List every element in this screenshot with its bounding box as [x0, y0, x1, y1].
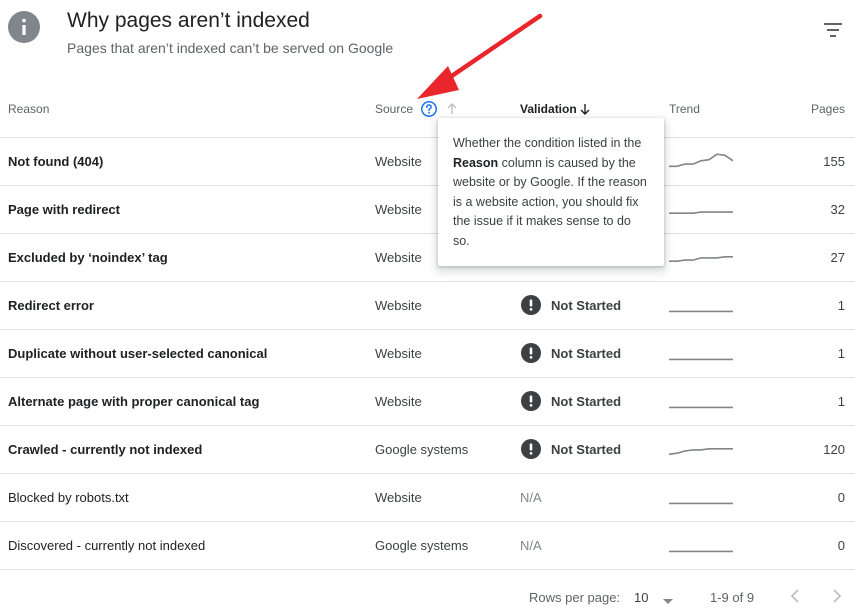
reason-cell: Duplicate without user-selected canonica… — [8, 346, 268, 361]
exclamation-icon — [521, 391, 541, 411]
pages-count: 27 — [830, 250, 845, 265]
trend-sparkline — [669, 153, 734, 168]
reason-cell: Excluded by ‘noindex’ tag — [8, 250, 168, 265]
validation-status: N/A — [520, 490, 542, 505]
trend-line — [668, 448, 733, 456]
tooltip-text-bold: Reason — [453, 155, 499, 170]
help-icon[interactable] — [420, 100, 438, 118]
table-row[interactable]: Blocked by robots.txt Website N/A 0 — [0, 473, 855, 521]
validation-status: Not Started — [551, 442, 622, 457]
rows-per-page-select[interactable]: 10 — [634, 590, 648, 605]
trend-sparkline — [669, 550, 733, 553]
table-bottom-divider — [0, 569, 855, 570]
source-cell: Google systems — [375, 442, 469, 457]
trend-sparkline — [669, 211, 733, 215]
info-icon — [8, 11, 40, 43]
trend-sparkline — [669, 358, 733, 361]
table-row[interactable]: Excluded by ‘noindex’ tag Website 27 — [0, 233, 855, 281]
source-cell: Website — [375, 394, 422, 409]
reason-cell: Redirect error — [8, 298, 94, 313]
trend-sparkline — [669, 502, 733, 505]
sort-arrow-down-icon[interactable] — [579, 102, 591, 116]
source-cell: Google systems — [375, 538, 469, 553]
exclamation-icon — [521, 343, 541, 363]
validation-status: Not Started — [551, 298, 622, 313]
validation-status: N/A — [520, 538, 542, 553]
rows-per-page-label: Rows per page: — [529, 590, 621, 605]
caret-down-icon[interactable] — [662, 594, 674, 604]
tooltip-text-start: Whether the condition listed in the — [453, 136, 642, 150]
trend-line — [669, 256, 733, 263]
table-row[interactable]: Redirect error Website Not Started 1 — [0, 281, 855, 329]
table-row[interactable]: Crawled - currently not indexed Google sy… — [0, 425, 855, 473]
exclamation-icon — [521, 439, 541, 459]
source-cell: Website — [375, 202, 422, 217]
source-cell: Website — [375, 250, 422, 265]
validation-status: Not Started — [551, 346, 622, 361]
table-row[interactable]: Not found (404) Website 155 — [0, 137, 855, 185]
pages-count: 0 — [837, 538, 845, 553]
column-header-validation[interactable]: Validation — [520, 102, 577, 116]
source-cell: Website — [375, 490, 422, 505]
chevron-left-icon[interactable] — [787, 587, 803, 605]
reason-cell: Page with redirect — [8, 202, 120, 217]
source-help-tooltip: Whether the condition listed in the Reas… — [438, 118, 664, 266]
trend-line — [669, 153, 734, 168]
table-row[interactable]: Discovered - currently not indexed Google… — [0, 521, 855, 569]
trend-line — [669, 211, 733, 215]
pages-count: 0 — [837, 490, 845, 505]
reason-cell: Crawled - currently not indexed — [8, 442, 203, 457]
reason-cell: Discovered - currently not indexed — [8, 538, 206, 553]
page-title: Why pages aren’t indexed — [67, 9, 310, 32]
pages-count: 1 — [837, 394, 845, 409]
source-cell: Website — [375, 154, 422, 169]
exclamation-icon — [521, 295, 541, 315]
sort-arrow-up-icon[interactable] — [446, 102, 458, 116]
table-footer: Rows per page: 10 1-9 of 9 — [0, 578, 855, 609]
pages-count: 32 — [830, 202, 845, 217]
trend-sparkline — [669, 256, 733, 263]
filter-icon[interactable] — [820, 20, 846, 40]
pages-count: 1 — [837, 346, 845, 361]
table-row[interactable]: Page with redirect Website 32 — [0, 185, 855, 233]
column-header-reason[interactable]: Reason — [8, 102, 49, 116]
report-header: Why pages aren’t indexed Pages that aren… — [0, 0, 855, 80]
pages-count: 120 — [823, 442, 845, 457]
column-header-source[interactable]: Source — [375, 102, 413, 116]
source-cell: Website — [375, 298, 422, 313]
source-cell: Website — [375, 346, 422, 361]
pagination-range: 1-9 of 9 — [710, 590, 755, 605]
table-row[interactable]: Duplicate without user-selected canonica… — [0, 329, 855, 377]
reason-cell: Not found (404) — [8, 154, 104, 169]
pages-count: 155 — [823, 154, 845, 169]
reason-cell: Blocked by robots.txt — [8, 490, 129, 505]
table-row[interactable]: Alternate page with proper canonical tag… — [0, 377, 855, 425]
validation-status: Not Started — [551, 394, 622, 409]
reason-cell: Alternate page with proper canonical tag — [8, 394, 260, 409]
trend-sparkline — [669, 310, 733, 313]
column-header-trend: Trend — [669, 102, 700, 116]
trend-sparkline — [669, 406, 733, 409]
page-subtitle: Pages that aren’t indexed can’t be serve… — [67, 40, 394, 56]
column-header-pages[interactable]: Pages — [811, 102, 845, 116]
pages-count: 1 — [837, 298, 845, 313]
trend-sparkline — [668, 448, 733, 456]
chevron-right-icon[interactable] — [829, 587, 845, 605]
